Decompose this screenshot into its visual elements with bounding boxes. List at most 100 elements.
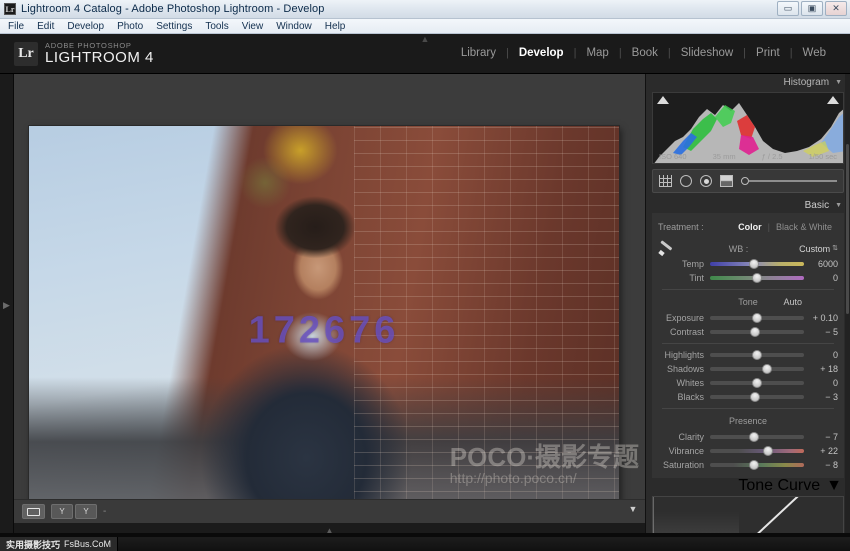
histogram-header[interactable]: Histogram ▼: [646, 74, 850, 90]
menubar: File Edit Develop Photo Settings Tools V…: [0, 19, 850, 34]
module-library[interactable]: Library: [451, 47, 506, 59]
loupe-view-icon[interactable]: [22, 504, 45, 519]
maximize-button[interactable]: ▣: [801, 1, 823, 16]
slider-contrast-knob[interactable]: [750, 327, 760, 337]
slider-temp-track[interactable]: [710, 262, 804, 266]
slider-exposure-knob[interactable]: [752, 313, 762, 323]
tone-curve-background-histogram: [653, 497, 739, 537]
tone-curve-graph[interactable]: [652, 496, 844, 537]
flag-pick-icon[interactable]: Y: [51, 504, 73, 519]
slider-blacks-track[interactable]: [710, 395, 804, 399]
photo-frame[interactable]: 172676: [29, 126, 619, 499]
slider-shadows-track[interactable]: [710, 367, 804, 371]
slider-highlights-track[interactable]: [710, 353, 804, 357]
white-balance-dropdown-icon[interactable]: ⇅: [832, 245, 838, 252]
identity-wordmark: ADOBE PHOTOSHOP LIGHTROOM 4: [45, 41, 154, 66]
treatment-option-color[interactable]: Color: [732, 222, 768, 232]
slider-shadows-label: Shadows: [658, 364, 710, 374]
treatment-option-black-and-white[interactable]: Black & White: [770, 222, 838, 232]
histogram-graph[interactable]: ISO 640 35 mm ƒ / 2.5 1/50 sec: [652, 92, 844, 164]
highlight-clipping-icon[interactable]: [827, 96, 839, 104]
tone-curve-header[interactable]: Tone Curve ▼: [646, 478, 850, 494]
slider-saturation-knob[interactable]: [749, 460, 759, 470]
slider-contrast-track[interactable]: [710, 330, 804, 334]
slider-saturation-track[interactable]: [710, 463, 804, 467]
white-balance-row: WB : Custom ⇅: [658, 240, 838, 257]
divider: [662, 408, 834, 409]
app-root: Lr Lightroom 4 Catalog - Adobe Photoshop…: [0, 0, 850, 551]
shadow-clipping-icon[interactable]: [657, 96, 669, 104]
presence-title: Presence: [729, 416, 767, 426]
identity-plate[interactable]: Lr ADOBE PHOTOSHOP LIGHTROOM 4: [14, 41, 154, 66]
menu-tools[interactable]: Tools: [205, 21, 228, 32]
white-balance-selector-icon[interactable]: [658, 241, 676, 257]
chevron-down-icon[interactable]: ▼: [835, 202, 842, 209]
left-panel-expand-icon[interactable]: ▶: [3, 300, 10, 311]
module-book[interactable]: Book: [622, 47, 668, 59]
slider-contrast[interactable]: Contrast − 5: [658, 325, 838, 339]
flag-reject-icon[interactable]: Y: [75, 504, 97, 519]
slider-temp-knob[interactable]: [749, 259, 759, 269]
slider-whites[interactable]: Whites 0: [658, 376, 838, 390]
window-titlebar: Lr Lightroom 4 Catalog - Adobe Photoshop…: [0, 0, 850, 19]
slider-whites-track[interactable]: [710, 381, 804, 385]
white-balance-value[interactable]: Custom: [799, 244, 832, 254]
module-develop[interactable]: Develop: [509, 47, 574, 59]
slider-tint[interactable]: Tint 0: [658, 271, 838, 285]
flag-buttons-group: Y Y: [51, 504, 97, 519]
slider-contrast-label: Contrast: [658, 327, 710, 337]
tone-auto-button[interactable]: Auto: [783, 297, 802, 307]
menu-photo[interactable]: Photo: [117, 21, 143, 32]
taskbar-item[interactable]: 实用摄影技巧 FsBus.CoM: [0, 537, 118, 551]
left-panel-collapsed[interactable]: ▶: [0, 74, 14, 537]
module-map[interactable]: Map: [576, 47, 618, 59]
adjustment-brush-icon[interactable]: [741, 177, 837, 185]
right-panel-scrollbar[interactable]: [845, 74, 850, 537]
slider-exposure[interactable]: Exposure + 0.10: [658, 311, 838, 325]
slider-tint-knob[interactable]: [752, 273, 762, 283]
chevron-down-icon[interactable]: ▼: [826, 477, 842, 495]
exif-shutter-speed: 1/50 sec: [809, 152, 837, 161]
slider-vibrance-track[interactable]: [710, 449, 804, 453]
module-web[interactable]: Web: [793, 47, 836, 59]
slider-vibrance[interactable]: Vibrance + 22: [658, 444, 838, 458]
menu-edit[interactable]: Edit: [37, 21, 54, 32]
slider-clarity-knob[interactable]: [749, 432, 759, 442]
close-button[interactable]: ✕: [825, 1, 847, 16]
slider-blacks-knob[interactable]: [750, 392, 760, 402]
slider-whites-knob[interactable]: [752, 378, 762, 388]
slider-temp[interactable]: Temp 6000: [658, 257, 838, 271]
tone-title: Tone: [738, 297, 758, 307]
top-panel-collapse-icon[interactable]: ▲: [413, 35, 437, 44]
minimize-button[interactable]: ▭: [777, 1, 799, 16]
slider-tint-value: 0: [804, 273, 838, 283]
crop-overlay-icon[interactable]: [659, 175, 672, 187]
slider-vibrance-knob[interactable]: [763, 446, 773, 456]
center-column: 172676 POCO·摄影专题 http://photo.poco.cn/ Y…: [14, 74, 645, 537]
red-eye-icon[interactable]: [700, 175, 712, 187]
menu-help[interactable]: Help: [325, 21, 346, 32]
slider-tint-track[interactable]: [710, 276, 804, 280]
slider-saturation[interactable]: Saturation − 8: [658, 458, 838, 472]
module-slideshow[interactable]: Slideshow: [671, 47, 743, 59]
slider-clarity-track[interactable]: [710, 435, 804, 439]
menu-view[interactable]: View: [242, 21, 264, 32]
slider-shadows-knob[interactable]: [762, 364, 772, 374]
slider-exposure-track[interactable]: [710, 316, 804, 320]
basic-panel-header[interactable]: Basic ▼: [646, 197, 850, 213]
menu-develop[interactable]: Develop: [67, 21, 104, 32]
module-picker: Library | Develop | Map | Book | Slidesh…: [451, 47, 836, 59]
menu-file[interactable]: File: [8, 21, 24, 32]
slider-highlights-knob[interactable]: [752, 350, 762, 360]
menu-settings[interactable]: Settings: [156, 21, 192, 32]
menu-window[interactable]: Window: [276, 21, 312, 32]
module-print[interactable]: Print: [746, 47, 790, 59]
toolbar-chevron-down-icon[interactable]: ▼: [627, 504, 639, 514]
spot-removal-icon[interactable]: [680, 175, 692, 187]
slider-clarity[interactable]: Clarity − 7: [658, 430, 838, 444]
slider-shadows[interactable]: Shadows + 18: [658, 362, 838, 376]
graduated-filter-icon[interactable]: [720, 175, 733, 187]
slider-blacks[interactable]: Blacks − 3: [658, 390, 838, 404]
slider-highlights[interactable]: Highlights 0: [658, 348, 838, 362]
chevron-down-icon[interactable]: ▼: [835, 79, 842, 86]
